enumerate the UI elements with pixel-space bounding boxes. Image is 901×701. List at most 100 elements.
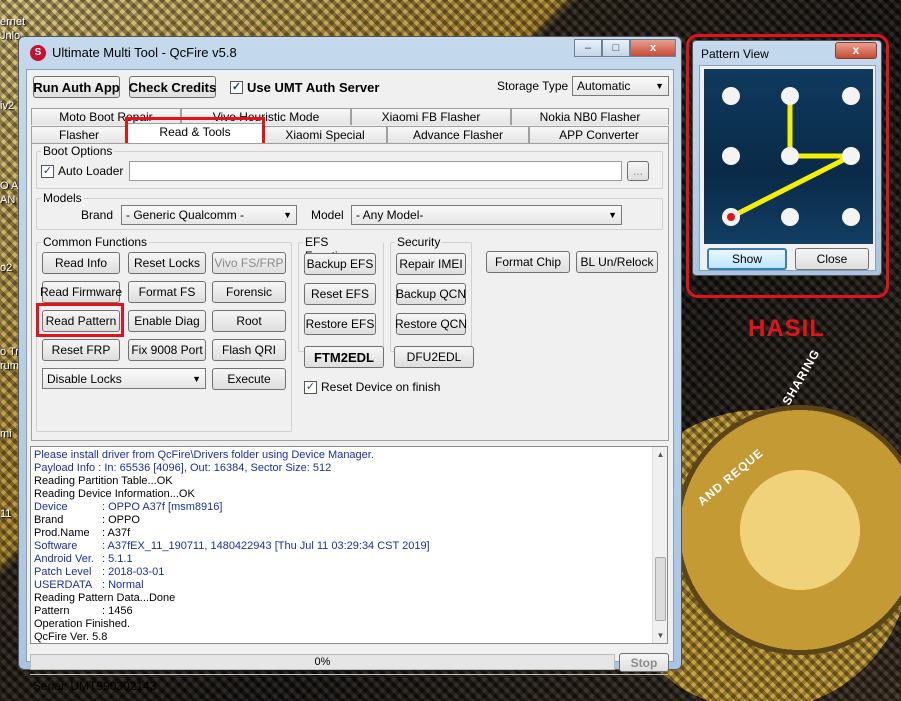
check-credits-button[interactable]: Check Credits	[129, 76, 216, 98]
desktop-icon-label[interactable]: ernet	[0, 16, 25, 28]
root-button[interactable]: Root	[212, 310, 286, 332]
log-key: Prod.Name	[34, 527, 90, 539]
scroll-up-icon[interactable]: ▲	[653, 447, 667, 462]
chevron-down-icon: ▼	[608, 210, 617, 220]
repair-imei-button[interactable]: Repair IMEI	[396, 253, 466, 275]
main-client-area: Run Auth App Check Credits ✓ Use UMT Aut…	[26, 69, 674, 693]
checkbox-check-icon: ✓	[304, 380, 317, 394]
log-line: Reading Partition Table...OK	[34, 475, 173, 487]
chevron-down-icon: ▼	[283, 210, 292, 220]
log-value: : Normal	[102, 579, 144, 591]
brand-label: Brand	[81, 208, 114, 222]
log-line: Device : OPPO A37f [msm8916]	[31, 501, 667, 514]
boot-options-group: Boot Options ✓ Auto Loader ...	[36, 144, 663, 189]
log-line: Prod.Name: A37f	[31, 527, 667, 540]
run-auth-app-button[interactable]: Run Auth App	[33, 76, 120, 98]
reset-device-label: Reset Device on finish	[321, 380, 441, 394]
models-group: Models Brand - Generic Qualcomm - ▼ Mode…	[36, 191, 663, 230]
format-chip-button[interactable]: Format Chip	[486, 251, 570, 273]
scroll-thumb[interactable]	[655, 557, 666, 621]
log-key: Brand	[34, 514, 64, 526]
format-fs-button[interactable]: Format FS	[128, 281, 206, 303]
security-label: Security	[395, 235, 443, 249]
tab-advance-flasher[interactable]: Advance Flasher	[387, 126, 529, 143]
log-key: Device	[34, 501, 68, 513]
storage-type-label: Storage Type	[497, 79, 569, 93]
main-window: S Ultimate Multi Tool - QcFire v5.8 – □ …	[18, 36, 682, 693]
progress-text: 0%	[314, 656, 331, 668]
log-key: Pattern	[34, 605, 70, 617]
read-info-button[interactable]: Read Info	[42, 252, 120, 274]
tab-flasher[interactable]: Flasher	[31, 126, 127, 143]
status-bar: Serial: UMT990302143	[30, 674, 668, 696]
model-label: Model	[311, 208, 344, 222]
storage-type-select[interactable]: Automatic ▼	[572, 76, 669, 96]
use-umt-auth-label: Use UMT Auth Server	[247, 80, 380, 95]
reset-frp-button[interactable]: Reset FRP	[42, 339, 120, 361]
scroll-down-icon[interactable]: ▼	[653, 628, 667, 643]
brand-select[interactable]: - Generic Qualcomm - ▼	[121, 205, 297, 225]
log-line: Android Ver.: 5.1.1	[31, 553, 667, 566]
tab-xiaomi-fb-flasher[interactable]: Xiaomi FB Flasher	[351, 108, 511, 125]
chevron-down-icon: ▼	[655, 81, 664, 91]
auto-loader-checkbox[interactable]: ✓ Auto Loader	[41, 164, 123, 178]
model-value: - Any Model-	[356, 208, 424, 222]
log-key: Android Ver.	[34, 553, 94, 565]
checkbox-check-icon: ✓	[230, 81, 243, 94]
model-select[interactable]: - Any Model- ▼	[351, 205, 622, 225]
disable-locks-select[interactable]: Disable Locks ▼	[42, 368, 206, 389]
log-value: : A37fEX_11_190711, 1480422943 [Thu Jul …	[102, 540, 430, 552]
minimize-button[interactable]: –	[574, 39, 602, 57]
checkbox-check-icon: ✓	[41, 164, 54, 178]
restore-qcn-button[interactable]: Restore QCN	[395, 313, 467, 335]
qualcomm-logo-icon: S	[30, 45, 46, 61]
enable-diag-button[interactable]: Enable Diag	[128, 310, 206, 332]
dfu2edl-button[interactable]: DFU2EDL	[394, 346, 474, 368]
flash-qri-button[interactable]: Flash QRI	[212, 339, 286, 361]
storage-type-value: Automatic	[577, 79, 631, 93]
maximize-button[interactable]: □	[602, 39, 630, 57]
highlight-pattern-view	[686, 34, 889, 298]
loader-path-input[interactable]	[129, 161, 622, 181]
models-label: Models	[41, 191, 84, 205]
brand-value: - Generic Qualcomm -	[126, 208, 245, 222]
title-bar[interactable]: S Ultimate Multi Tool - QcFire v5.8 – □ …	[26, 37, 676, 69]
execute-button[interactable]: Execute	[212, 368, 286, 390]
disable-locks-value: Disable Locks	[47, 371, 122, 386]
backup-efs-button[interactable]: Backup EFS	[304, 253, 376, 275]
chevron-down-icon: ▼	[192, 373, 201, 384]
restore-efs-button[interactable]: Restore EFS	[304, 313, 376, 335]
log-line: Patch Level: 2018-03-01	[31, 566, 667, 579]
reset-efs-button[interactable]: Reset EFS	[304, 283, 376, 305]
browse-button[interactable]: ...	[627, 161, 649, 181]
tab-xiaomi-special[interactable]: Xiaomi Special	[263, 126, 387, 143]
log-line: Brand : OPPO	[31, 514, 667, 527]
log-value: : OPPO A37f [msm8916]	[102, 501, 223, 513]
common-functions-label: Common Functions	[41, 235, 150, 249]
read-firmware-button[interactable]: Read Firmware	[40, 281, 122, 303]
tab-app-converter[interactable]: APP Converter	[529, 126, 669, 143]
log-line: Please install driver from QcFire\Driver…	[34, 449, 374, 461]
log-line: Pattern: 1456	[31, 605, 667, 618]
close-button[interactable]: x	[630, 39, 676, 57]
log-value: : OPPO	[102, 514, 140, 526]
ftm2edl-button[interactable]: FTM2EDL	[304, 346, 384, 368]
reset-device-checkbox[interactable]: ✓ Reset Device on finish	[304, 380, 440, 394]
log-scrollbar[interactable]: ▲ ▼	[652, 447, 667, 643]
log-line: Software : A37fEX_11_190711, 1480422943 […	[31, 540, 667, 553]
backup-qcn-button[interactable]: Backup QCN	[396, 283, 466, 305]
log-line: Reading Device Information...OK	[34, 488, 195, 500]
auto-loader-label: Auto Loader	[58, 164, 124, 178]
log-output[interactable]: Please install driver from QcFire\Driver…	[30, 446, 668, 644]
window-title: Ultimate Multi Tool - QcFire v5.8	[52, 45, 237, 60]
tab-nokia-nb0-flasher[interactable]: Nokia NB0 Flasher	[511, 108, 669, 125]
bl-unrelock-button[interactable]: BL Un/Relock	[576, 251, 658, 273]
use-umt-auth-checkbox[interactable]: ✓ Use UMT Auth Server	[230, 80, 379, 95]
forensic-button[interactable]: Forensic	[212, 281, 286, 303]
highlight-read-pattern	[36, 303, 124, 337]
log-key: Software	[34, 540, 78, 552]
reset-locks-button[interactable]: Reset Locks	[128, 252, 206, 274]
fix-9008-port-button[interactable]: Fix 9008 Port	[128, 339, 206, 361]
stop-button[interactable]: Stop	[619, 653, 669, 672]
vivo-fs-frp-button[interactable]: Vivo FS/FRP	[212, 252, 286, 274]
